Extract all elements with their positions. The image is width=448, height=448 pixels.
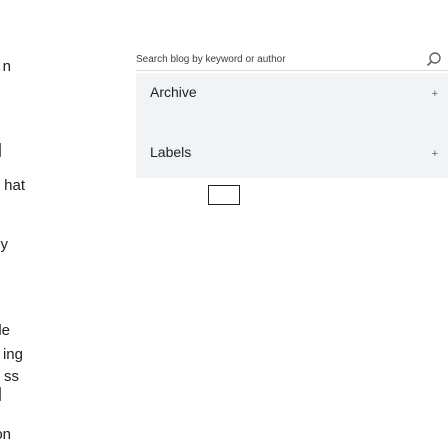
article-text-fragment: le [0, 322, 10, 339]
empty-widget-box [208, 185, 240, 205]
blog-search-bar [136, 51, 448, 71]
sidebar-panel: Archive + Labels + [136, 73, 448, 178]
article-text-fragment: ly [0, 236, 8, 253]
plus-icon[interactable]: + [432, 89, 438, 100]
sidebar-item-labels[interactable]: Labels [150, 144, 191, 160]
search-icon[interactable] [426, 51, 442, 67]
page: n hat ly le ing ss on Archive + Labels + [0, 0, 448, 448]
article-body-clipped: n hat ly le ing ss on [0, 0, 40, 448]
article-text-fragment: ing [2, 346, 23, 363]
article-text-fragment: n [2, 58, 11, 75]
article-text-fragment: ss [4, 368, 19, 385]
article-text-fragment: on [0, 426, 11, 443]
search-input[interactable] [136, 54, 396, 65]
text-divider [0, 143, 1, 157]
article-text-fragment: hat [4, 177, 25, 194]
sidebar-item-archive[interactable]: Archive [150, 84, 197, 100]
plus-icon[interactable]: + [432, 149, 438, 160]
text-divider [0, 387, 1, 401]
